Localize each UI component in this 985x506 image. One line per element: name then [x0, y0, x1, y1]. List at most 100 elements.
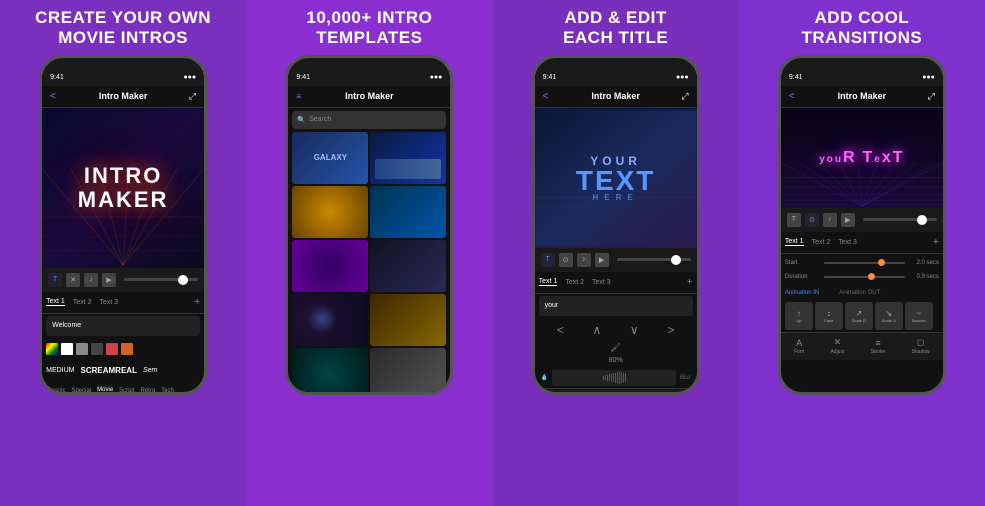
- text-tool-icon[interactable]: T: [48, 273, 62, 287]
- text-input-1[interactable]: Welcome: [46, 316, 200, 336]
- share-icon-4[interactable]: ⤢: [928, 91, 935, 102]
- cat-movie[interactable]: Movie: [97, 387, 113, 392]
- text-tab-1[interactable]: Text 1: [46, 298, 65, 306]
- search-bar[interactable]: 🔍 Search: [292, 111, 446, 129]
- text-tab-3-2[interactable]: Text 2: [565, 279, 584, 286]
- trans-scale-up[interactable]: ↘ Scale U: [875, 302, 903, 330]
- template-cell-8[interactable]: [370, 294, 446, 346]
- music-tool-3[interactable]: ♪: [577, 253, 591, 267]
- color-swatch-dark[interactable]: [91, 343, 103, 355]
- template-cell-6[interactable]: [370, 240, 446, 292]
- phone-notch-3: [591, 58, 641, 70]
- next-ctrl[interactable]: >: [667, 323, 674, 337]
- phone-notch-2: [344, 58, 394, 70]
- color-swatch-red[interactable]: [106, 343, 118, 355]
- panel-transitions: ADD COOL TRANSITIONS 9:41 ●●● < Intro Ma…: [739, 0, 985, 506]
- cat-script[interactable]: Script: [119, 388, 134, 392]
- your-text-preview: YOUR TEXT HERE: [576, 154, 656, 202]
- circle-tool-4[interactable]: ⊙: [805, 213, 819, 227]
- percent-row: 80%: [535, 354, 697, 368]
- trans-up[interactable]: ↑ Up: [785, 302, 813, 330]
- music-tool-icon[interactable]: ♪: [84, 273, 98, 287]
- thickness-row: 💧: [535, 368, 697, 388]
- text-tab-2[interactable]: Text 2: [73, 299, 92, 306]
- adjust-tool-3[interactable]: ⊙: [559, 253, 573, 267]
- back-button-3[interactable]: <: [543, 91, 549, 102]
- timeline-slider-4[interactable]: [863, 218, 937, 221]
- template-cell-5[interactable]: [292, 240, 368, 292]
- phone-notch-1: [98, 58, 148, 70]
- template-cell-9[interactable]: [292, 348, 368, 392]
- back-button-1[interactable]: <: [50, 91, 56, 102]
- anim-in-out-row: Animation IN Animation OUT: [781, 286, 943, 300]
- slider-thumb-4: [917, 215, 927, 225]
- cat-retro[interactable]: Retro: [141, 388, 156, 392]
- thickness-bar[interactable]: [552, 370, 676, 386]
- template-cell-1[interactable]: GALAXY: [292, 132, 368, 184]
- font-screamreal: SCREAMREAL: [81, 366, 137, 375]
- text-tab-4-1[interactable]: Text 1: [785, 238, 804, 246]
- cat-special[interactable]: Special: [71, 388, 91, 392]
- toolbar-4: T ⊙ ♪ ▶: [781, 208, 943, 232]
- font-tool-4[interactable]: A Font: [794, 338, 804, 355]
- text-tab-3[interactable]: Text 3: [100, 299, 119, 306]
- start-slider[interactable]: [824, 262, 905, 264]
- cat-tech[interactable]: Tech: [161, 388, 174, 392]
- color-swatch-rainbow[interactable]: [46, 343, 58, 355]
- status-bar-1: 9:41 ●●●: [42, 70, 204, 86]
- share-icon-3[interactable]: ⤢: [681, 91, 688, 102]
- color-swatch-orange[interactable]: [121, 343, 133, 355]
- music-tool-4[interactable]: ♪: [823, 213, 837, 227]
- color-swatch-white[interactable]: [61, 343, 73, 355]
- back-button-4[interactable]: <: [789, 91, 795, 102]
- text-input-3[interactable]: your: [539, 296, 693, 316]
- trans-scale-down[interactable]: ↗ Scale D: [845, 302, 873, 330]
- template-cell-3[interactable]: [292, 186, 368, 238]
- cat-classic[interactable]: Classic: [46, 388, 65, 392]
- text-tool-4[interactable]: T: [787, 213, 801, 227]
- template-cell-7[interactable]: [292, 294, 368, 346]
- trans-fade[interactable]: ↕ Fade: [815, 302, 843, 330]
- font-medium: MEDIUM: [46, 367, 74, 374]
- share-icon-1[interactable]: ⤢: [189, 91, 196, 102]
- timeline-slider-3[interactable]: [617, 258, 691, 261]
- add-text-tab-4[interactable]: +: [933, 237, 939, 248]
- play-tool-4[interactable]: ▶: [841, 213, 855, 227]
- text-tool-3[interactable]: T: [541, 253, 555, 267]
- hamburger-icon[interactable]: ≡: [296, 92, 301, 101]
- timeline-slider[interactable]: [124, 278, 198, 281]
- paint-icon[interactable]: 🖌: [611, 343, 621, 352]
- text-tab-4-3[interactable]: Text 3: [838, 239, 857, 246]
- add-text-tab[interactable]: +: [194, 297, 200, 308]
- template-cell-10[interactable]: [370, 348, 446, 392]
- adjust-tool-4[interactable]: ✕ Adjust: [830, 337, 844, 355]
- template-cell-2[interactable]: [370, 132, 446, 184]
- up-ctrl[interactable]: ∧: [593, 323, 602, 337]
- text-tabs-3: Text 1 Text 2 Text 3 +: [535, 272, 697, 294]
- text-tab-3-1[interactable]: Text 1: [539, 278, 558, 286]
- preview-screen-4: youR TexT: [781, 108, 943, 208]
- panel-3-title: ADD & EDIT EACH TITLE: [563, 8, 668, 49]
- text-tab-4-2[interactable]: Text 2: [812, 239, 831, 246]
- header-1: < Intro Maker ⤢: [42, 86, 204, 108]
- play-tool-icon[interactable]: ▶: [102, 273, 116, 287]
- prev-ctrl[interactable]: <: [557, 323, 564, 337]
- text-tab-3-3[interactable]: Text 3: [592, 279, 611, 286]
- neon-text-4: youR TexT: [819, 149, 904, 167]
- play-tool-3[interactable]: ▶: [595, 253, 609, 267]
- trans-bounce[interactable]: ~ Bounce: [905, 302, 933, 330]
- panel-edit-title: ADD & EDIT EACH TITLE 9:41 ●●● < Intro M…: [493, 0, 739, 506]
- add-text-tab-3[interactable]: +: [687, 277, 693, 288]
- header-4: < Intro Maker ⤢: [781, 86, 943, 108]
- duration-slider-thumb: [868, 273, 875, 280]
- phone-mockup-4: 9:41 ●●● < Intro Maker ⤢: [778, 55, 946, 395]
- stroke-tool-4[interactable]: ≡ Stroke: [871, 338, 885, 355]
- duration-slider[interactable]: [824, 276, 905, 278]
- shadow-tool-4[interactable]: ◻ Shadow: [912, 337, 930, 355]
- adjust-tool-icon[interactable]: ✕: [66, 273, 80, 287]
- color-palette-1: [42, 338, 204, 360]
- preview-screen-3: YOUR TEXT HERE: [535, 108, 697, 248]
- down-ctrl[interactable]: ∨: [630, 323, 639, 337]
- color-swatch-gray[interactable]: [76, 343, 88, 355]
- template-cell-4[interactable]: [370, 186, 446, 238]
